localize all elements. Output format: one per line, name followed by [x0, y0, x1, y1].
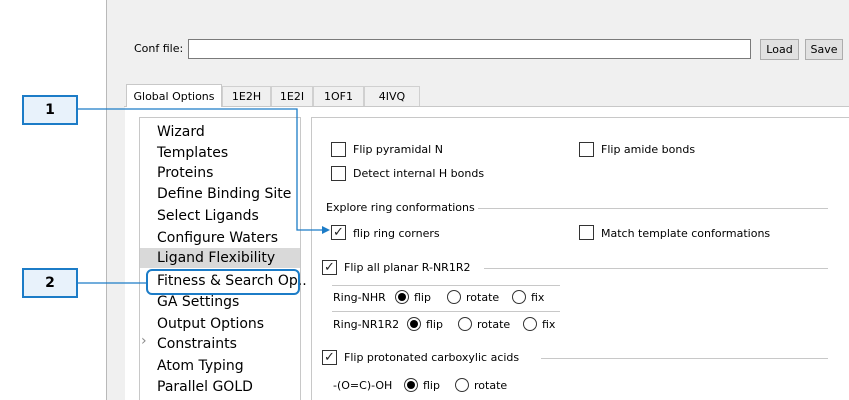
callout-badge-1: 1 — [22, 95, 78, 125]
callout-1-arrowhead — [322, 226, 330, 234]
callout-1-connector — [78, 108, 328, 231]
callout-connectors — [78, 108, 330, 284]
callout-badge-2: 2 — [22, 268, 78, 298]
